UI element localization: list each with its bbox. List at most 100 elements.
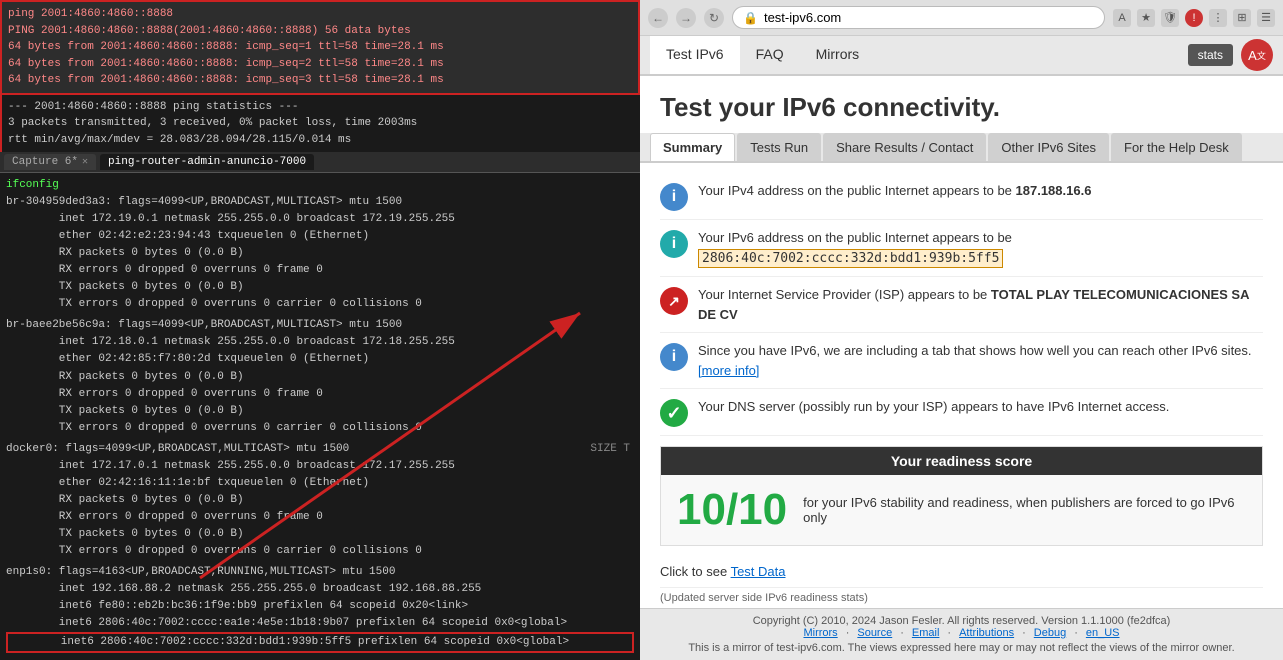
footer-link-attributions[interactable]: Attributions: [959, 627, 1014, 639]
footer-link-email[interactable]: Email: [912, 627, 940, 639]
info-row-ipv6: i Your IPv6 address on the public Intern…: [660, 220, 1263, 277]
site-nav-links: Test IPv6 FAQ Mirrors: [650, 36, 875, 74]
reload-button[interactable]: ↻: [704, 8, 724, 28]
info-row-moreinfo: i Since you have IPv6, we are including …: [660, 333, 1263, 389]
site-nav: Test IPv6 FAQ Mirrors stats A文: [640, 36, 1283, 76]
terminal-tabs[interactable]: Capture 6* ✕ ping-router-admin-anuncio-7…: [0, 152, 640, 173]
t-line-enp-inet6-global1: inet6 2806:40c:7002:cccc:ea1e:4e5e:1b18:…: [6, 615, 634, 632]
browser-icons: A ★ 🛡 ! ⋮ ⊞ ☰: [1113, 9, 1275, 27]
footer-mirror-note: This is a mirror of test-ipv6.com. The v…: [650, 642, 1273, 654]
forward-button[interactable]: →: [676, 8, 696, 28]
tab-help-desk[interactable]: For the Help Desk: [1111, 133, 1242, 161]
t-line-enp-inet6-global2: inet6 2806:40c:7002:cccc:332d:bdd1:939b:…: [6, 632, 634, 653]
nav-test-ipv6[interactable]: Test IPv6: [650, 36, 740, 74]
bookmark-icon[interactable]: ★: [1137, 9, 1155, 27]
browser-chrome: ← → ↻ 🔒 test-ipv6.com A ★ 🛡 ! ⋮ ⊞ ☰: [640, 0, 1283, 36]
t-line-enp-inet6-link: inet6 fe80::eb2b:bc36:1f9e:bb9 prefixlen…: [6, 598, 634, 615]
stats-button[interactable]: stats: [1188, 44, 1233, 66]
copyright-text: Copyright (C) 2010, 2024 Jason Fesler. A…: [650, 615, 1273, 627]
tab-share-results[interactable]: Share Results / Contact: [823, 133, 986, 161]
footer-lang[interactable]: en_US: [1086, 627, 1120, 639]
t-line-br2-tx: TX packets 0 bytes 0 (0.0 B): [6, 403, 634, 420]
grid-icon[interactable]: ⊞: [1233, 9, 1251, 27]
address-bar[interactable]: 🔒 test-ipv6.com: [732, 6, 1105, 29]
info-row-dns: ✓ Your DNS server (possibly run by your …: [660, 389, 1263, 436]
info-row-ipv4: i Your IPv4 address on the public Intern…: [660, 173, 1263, 220]
nav-mirrors[interactable]: Mirrors: [800, 36, 876, 74]
website-content: Test IPv6 FAQ Mirrors stats A文 Test your…: [640, 36, 1283, 660]
main-content: i Your IPv4 address on the public Intern…: [640, 163, 1283, 608]
info-text-moreinfo: Since you have IPv6, we are including a …: [698, 341, 1263, 380]
score-number: 10/10: [677, 485, 787, 535]
t-line-br2-flags: br-baee2be56c9a: flags=4099<UP,BROADCAST…: [6, 317, 634, 334]
t-line-docker-inet: inet 172.17.0.1 netmask 255.255.0.0 broa…: [6, 458, 634, 475]
tab-ping[interactable]: ping-router-admin-anuncio-7000: [100, 154, 314, 170]
t-line-docker-ether: ether 02:42:16:11:1e:bf txqueuelen 0 (Et…: [6, 475, 634, 492]
ping-stats-block: --- 2001:4860:4860::8888 ping statistics…: [0, 95, 640, 153]
more-info-link[interactable]: [more info]: [698, 363, 759, 378]
t-line-br1-rxerr: RX errors 0 dropped 0 overruns 0 frame 0: [6, 262, 634, 279]
tab-other-ipv6[interactable]: Other IPv6 Sites: [988, 133, 1109, 161]
translate-widget[interactable]: A文: [1241, 39, 1273, 71]
stats-line-1: --- 2001:4860:4860::8888 ping statistics…: [8, 99, 634, 116]
tab-summary[interactable]: Summary: [650, 133, 735, 161]
t-line-br1-rx: RX packets 0 bytes 0 (0.0 B): [6, 245, 634, 262]
ping-line-5: 64 bytes from 2001:4860:4860::8888: icmp…: [8, 72, 632, 89]
t-line-docker-txerr: TX errors 0 dropped 0 overruns 0 carrier…: [6, 543, 634, 560]
t-line-br2-ether: ether 02:42:85:f7:80:2d txqueuelen 0 (Et…: [6, 351, 634, 368]
extension-icon1[interactable]: 🛡: [1161, 9, 1179, 27]
info-icon-moreinfo: i: [660, 343, 688, 371]
stats-line-3: rtt min/avg/max/mdev = 28.083/28.094/28.…: [8, 132, 634, 149]
info-icon-ipv4: i: [660, 183, 688, 211]
t-line-br2-rxerr: RX errors 0 dropped 0 overruns 0 frame 0: [6, 386, 634, 403]
lock-icon: 🔒: [743, 11, 758, 25]
translate-icon[interactable]: A: [1113, 9, 1131, 27]
tab-tests-run[interactable]: Tests Run: [737, 133, 821, 161]
score-header: Your readiness score: [661, 447, 1262, 475]
info-text-ipv4: Your IPv4 address on the public Internet…: [698, 181, 1091, 201]
extension-icon2[interactable]: !: [1185, 9, 1203, 27]
back-button[interactable]: ←: [648, 8, 668, 28]
score-body: 10/10 for your IPv6 stability and readin…: [661, 475, 1262, 545]
menu-icon[interactable]: ☰: [1257, 9, 1275, 27]
site-footer: Copyright (C) 2010, 2024 Jason Fesler. A…: [640, 608, 1283, 660]
ping-line-3: 64 bytes from 2001:4860:4860::8888: icmp…: [8, 39, 632, 56]
nav-faq[interactable]: FAQ: [740, 36, 800, 74]
test-data-text: Click to see: [660, 564, 731, 579]
ping-output-box: ping 2001:4860:4860::8888 PING 2001:4860…: [0, 0, 640, 95]
t-line-ifconfig: ifconfig: [6, 177, 634, 194]
browser-toolbar: ← → ↻ 🔒 test-ipv6.com A ★ 🛡 ! ⋮ ⊞ ☰: [640, 0, 1283, 35]
info-icon-dns: ✓: [660, 399, 688, 427]
content-tabs: Summary Tests Run Share Results / Contac…: [640, 133, 1283, 163]
t-line-docker-rxerr: RX errors 0 dropped 0 overruns 0 frame 0: [6, 509, 634, 526]
footer-link-debug[interactable]: Debug: [1034, 627, 1066, 639]
info-row-isp: ↗ Your Internet Service Provider (ISP) a…: [660, 277, 1263, 333]
more-icon[interactable]: ⋮: [1209, 9, 1227, 27]
browser-panel: ← → ↻ 🔒 test-ipv6.com A ★ 🛡 ! ⋮ ⊞ ☰ Test…: [640, 0, 1283, 660]
ping-line-2: PING 2001:4860:4860::8888(2001:4860:4860…: [8, 23, 632, 40]
ipv6-address: 2806:40c:7002:cccc:332d:bdd1:939b:5ff5: [698, 249, 1003, 268]
score-description: for your IPv6 stability and readiness, w…: [803, 495, 1246, 525]
terminal-lines: ifconfig br-304959ded3a3: flags=4099<UP,…: [6, 177, 634, 653]
ping-line-4: 64 bytes from 2001:4860:4860::8888: icmp…: [8, 56, 632, 73]
stats-line-2: 3 packets transmitted, 3 received, 0% pa…: [8, 115, 634, 132]
tab-capture-close[interactable]: ✕: [82, 156, 88, 168]
t-line-br2-inet: inet 172.18.0.1 netmask 255.255.0.0 broa…: [6, 334, 634, 351]
page-title: Test your IPv6 connectivity.: [640, 76, 1283, 133]
footer-link-source[interactable]: Source: [857, 627, 892, 639]
t-line-docker-rx: RX packets 0 bytes 0 (0.0 B): [6, 492, 634, 509]
info-icon-ipv6: i: [660, 230, 688, 258]
tab-capture-label: Capture 6*: [12, 156, 78, 168]
info-text-isp: Your Internet Service Provider (ISP) app…: [698, 285, 1263, 324]
t-line-br1-flags: br-304959ded3a3: flags=4099<UP,BROADCAST…: [6, 194, 634, 211]
t-line-br1-txerr: TX errors 0 dropped 0 overruns 0 carrier…: [6, 296, 634, 313]
t-line-docker-flags: docker0: flags=4099<UP,BROADCAST,MULTICA…: [6, 441, 634, 458]
footer-link-mirrors[interactable]: Mirrors: [803, 627, 837, 639]
tab-capture[interactable]: Capture 6* ✕: [4, 154, 96, 170]
t-line-br1-ether: ether 02:42:e2:23:94:43 txqueuelen 0 (Et…: [6, 228, 634, 245]
t-line-docker-tx: TX packets 0 bytes 0 (0.0 B): [6, 526, 634, 543]
test-data-link[interactable]: Test Data: [731, 564, 786, 579]
footer-links: Mirrors · Source · Email · Attributions …: [650, 627, 1273, 639]
test-data-row: Click to see Test Data: [660, 556, 1263, 587]
url-text: test-ipv6.com: [764, 10, 841, 25]
